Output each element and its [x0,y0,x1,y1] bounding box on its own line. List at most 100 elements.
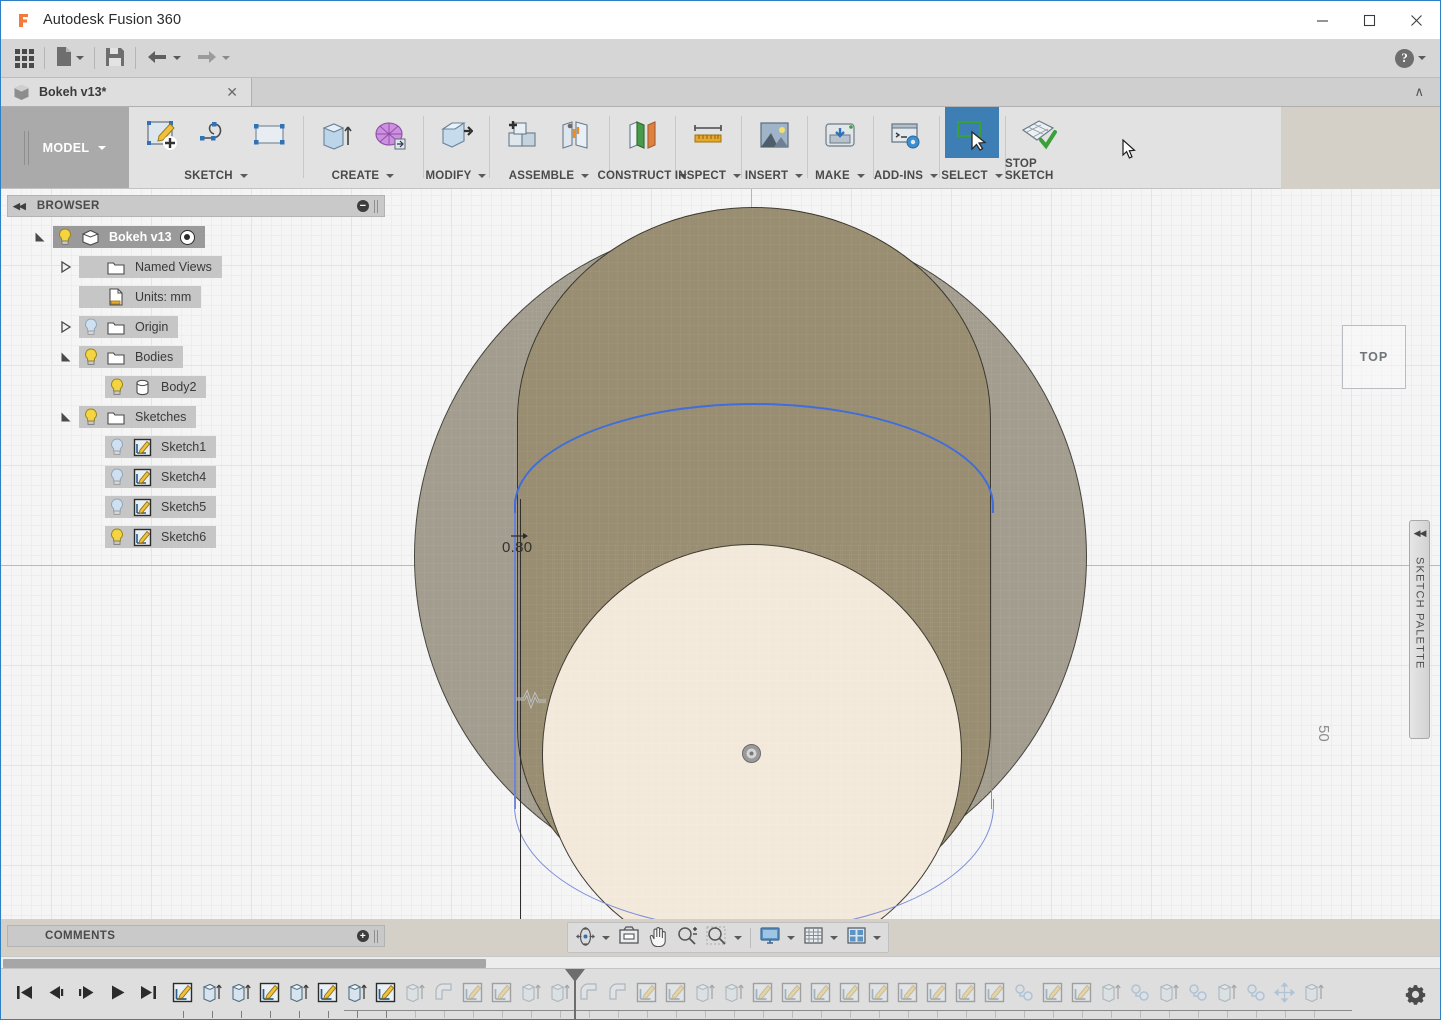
visibility-bulb-icon[interactable] [105,438,129,456]
viewports-button[interactable] [842,924,885,951]
timeline-feature-fillet[interactable] [603,976,632,1018]
timeline-feature-sketch[interactable] [632,976,661,1018]
step-back-button[interactable] [40,976,71,1012]
scripts-addins-button[interactable] [879,107,933,158]
timeline-feature-joint[interactable] [1125,976,1154,1018]
timeline-feature-sketch[interactable] [951,976,980,1018]
grid-snaps-button[interactable] [799,924,842,951]
joint-button[interactable] [549,107,603,158]
timeline-feature-joint[interactable] [1009,976,1038,1018]
sketch-palette-tab[interactable]: ◀◀ SKETCH PALETTE [1409,520,1430,739]
browser-tree-item-units-mm[interactable]: Units: mm [7,282,385,312]
scrollbar-thumb[interactable] [3,959,486,968]
new-component-button[interactable] [495,107,549,158]
timeline-feature-sketch[interactable] [777,976,806,1018]
expander-arrow-icon[interactable] [53,351,79,363]
timeline-feature-sketch[interactable] [864,976,893,1018]
view-cube[interactable]: TOP [1342,325,1406,389]
expander-arrow-icon[interactable] [53,261,79,273]
timeline-feature-extrude[interactable] [516,976,545,1018]
ribbon-group-label-select[interactable]: SELECT [939,170,1005,182]
timeline-feature-extrude[interactable] [284,976,313,1018]
select-tool-button[interactable] [945,107,999,158]
chevron-up-icon[interactable]: ∧ [1414,84,1424,100]
ribbon-group-label-inspect[interactable]: INSPECT [675,170,742,182]
browser-tree-item-sketches[interactable]: Sketches [7,402,385,432]
timeline-feature-sketch[interactable] [168,976,197,1018]
help-button[interactable]: ? [1395,48,1440,68]
timeline-feature-extrude[interactable] [1154,976,1183,1018]
dimension-value-label[interactable]: 0.80 [502,539,532,556]
timeline-feature-sketch[interactable] [661,976,690,1018]
timeline-feature-sketch[interactable] [806,976,835,1018]
timeline-settings-button[interactable] [1400,984,1440,1005]
ribbon-group-label-sketch[interactable]: SKETCH [129,170,303,182]
ribbon-group-label-create[interactable]: CREATE [303,170,423,182]
visibility-bulb-icon[interactable] [105,378,129,396]
expander-arrow-icon[interactable] [27,231,53,243]
comments-panel-header[interactable]: COMMENTS + [7,925,385,947]
panel-grip[interactable] [374,929,379,943]
maximize-button[interactable] [1346,1,1393,39]
timeline-feature-sketch[interactable] [1038,976,1067,1018]
zoom-button[interactable] [672,924,702,951]
timeline-feature-sketch[interactable] [1067,976,1096,1018]
play-button[interactable] [102,976,133,1012]
timeline-feature-sketch[interactable] [458,976,487,1018]
timeline-feature-extrude[interactable] [226,976,255,1018]
timeline-feature-joint[interactable] [1241,976,1270,1018]
fit-button[interactable] [702,924,746,951]
3d-print-button[interactable] [813,107,867,158]
visibility-bulb-icon[interactable] [105,498,129,516]
close-icon[interactable]: ✕ [221,84,243,101]
undo-button[interactable] [139,39,188,78]
ribbon-group-label-construct[interactable]: CONSTRUCT [598,170,687,182]
form-button[interactable] [363,107,417,158]
timeline-feature-sketch[interactable] [313,976,342,1018]
timeline-feature-extrude[interactable] [197,976,226,1018]
create-sketch-button[interactable] [135,107,189,158]
browser-tree-item-body2[interactable]: Body2 [7,372,385,402]
workspace-switcher[interactable]: MODEL [1,107,129,188]
save-button[interactable] [98,39,132,78]
go-to-beginning-button[interactable] [9,976,40,1012]
visibility-bulb-icon[interactable] [105,528,129,546]
app-grid-button[interactable] [1,39,41,78]
browser-tree-item-sketch5[interactable]: Sketch5 [7,492,385,522]
visibility-bulb-icon[interactable] [79,318,103,336]
visibility-bulb-icon[interactable] [79,348,103,366]
coincident-constraint-icon[interactable] [514,685,548,710]
browser-tree-item-bodies[interactable]: Bodies [7,342,385,372]
browser-tree-item-sketch1[interactable]: Sketch1 [7,432,385,462]
extrude-button[interactable] [309,107,363,158]
expander-arrow-icon[interactable] [53,321,79,333]
offset-plane-button[interactable] [615,107,669,158]
browser-tree-item-bokeh-v13[interactable]: Bokeh v13 [7,222,385,252]
timeline-feature-joint[interactable] [1183,976,1212,1018]
timeline-playhead-marker[interactable] [565,968,585,1019]
close-button[interactable] [1393,1,1440,39]
ribbon-group-label-modify[interactable]: MODIFY [423,170,489,182]
ribbon-group-label-insert[interactable]: INSERT [741,170,807,182]
visibility-bulb-icon[interactable] [79,408,103,426]
browser-tree-item-sketch6[interactable]: Sketch6 [7,522,385,552]
origin-point-icon[interactable] [741,743,762,764]
measure-button[interactable] [681,107,735,158]
step-forward-button[interactable] [71,976,102,1012]
double-left-arrow-icon[interactable]: ◀◀ [13,201,26,212]
minimize-button[interactable] [1299,1,1346,39]
stop-sketch-button[interactable] [1011,107,1065,158]
visibility-bulb-icon[interactable] [53,228,77,246]
rectangle-button[interactable] [243,107,297,158]
timeline-feature-extrude[interactable] [1212,976,1241,1018]
look-at-button[interactable] [614,924,644,951]
timeline-feature-move[interactable] [1270,976,1299,1018]
ribbon-group-label-assemble[interactable]: ASSEMBLE [489,170,609,182]
orbit-button[interactable] [571,924,614,951]
activate-component-radio[interactable] [179,229,195,245]
timeline-feature-extrude[interactable] [1096,976,1125,1018]
browser-tree-item-sketch4[interactable]: Sketch4 [7,462,385,492]
insert-image-button[interactable] [747,107,801,158]
visibility-bulb-icon[interactable] [105,468,129,486]
ribbon-group-label-addins[interactable]: ADD-INS [873,170,939,182]
